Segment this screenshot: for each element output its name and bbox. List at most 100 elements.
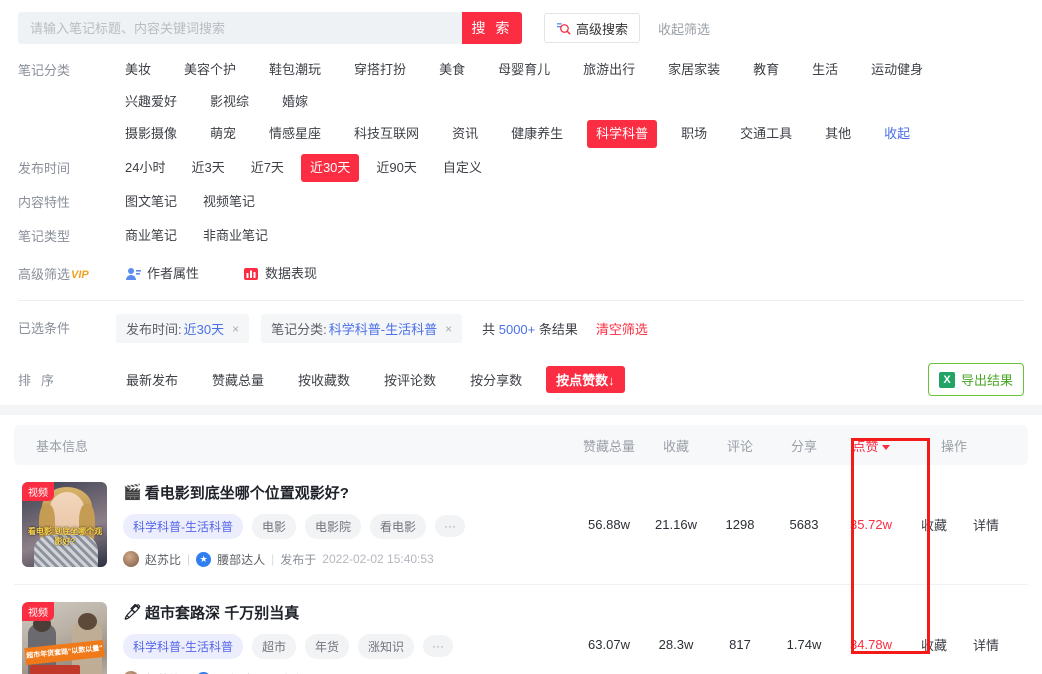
category-collapse-link[interactable]: 收起 <box>875 120 919 148</box>
category-item[interactable]: 教育 <box>744 56 788 84</box>
content-type-item[interactable]: 视频笔记 <box>194 188 264 216</box>
note-tag[interactable]: 电影 <box>252 513 297 539</box>
results-table: 基本信息 赞藏总量 收藏 评论 分享 点赞 操作 视频 看电影 到底坐哪个观影好… <box>14 425 1028 674</box>
selected-conditions-label: 已选条件 <box>18 320 71 336</box>
note-tag-more[interactable]: ··· <box>435 515 466 537</box>
clear-filters-link[interactable]: 清空筛选 <box>596 319 648 338</box>
cell-total: 56.88w <box>588 517 630 532</box>
sort-item-total[interactable]: 赞藏总量 <box>202 366 274 393</box>
action-collect[interactable]: 收藏 <box>921 515 947 534</box>
category-item[interactable]: 家居家装 <box>659 56 729 84</box>
th-like-label: 点赞 <box>852 438 879 454</box>
table-header-row: 基本信息 赞藏总量 收藏 评论 分享 点赞 操作 <box>14 425 1028 465</box>
th-total[interactable]: 赞藏总量 <box>574 436 644 455</box>
note-thumbnail[interactable]: 视频 看电影 到底坐哪个观影好? <box>22 482 107 567</box>
category-item[interactable]: 生活 <box>803 56 847 84</box>
search-input[interactable] <box>18 13 462 43</box>
advanced-item-author[interactable]: 作者属性 <box>116 260 208 288</box>
cell-comment: 1298 <box>725 517 755 532</box>
category-item[interactable]: 婚嫁 <box>273 88 317 116</box>
category-item[interactable]: 兴趣爱好 <box>116 88 186 116</box>
category-item[interactable]: 摄影摄像 <box>116 120 186 148</box>
thumb-art <box>78 613 97 630</box>
category-item-active[interactable]: 科学科普 <box>587 120 658 148</box>
selected-chip-publish-time[interactable]: 发布时间: 近30天 × <box>116 314 250 343</box>
category-item[interactable]: 鞋包潮玩 <box>260 56 330 84</box>
publish-time-item-active[interactable]: 近30天 <box>300 154 360 182</box>
chip-remove-icon[interactable]: × <box>232 322 239 336</box>
search-button[interactable]: 搜 索 <box>462 12 522 44</box>
th-like[interactable]: 点赞 <box>836 436 906 455</box>
row-basic-info: 视频 看电影 到底坐哪个观影好? 🎬 看电影到底坐哪个位置观影好? 科学科普-生… <box>14 482 574 568</box>
category-item[interactable]: 穿搭打扮 <box>345 56 415 84</box>
note-tag[interactable]: 年货 <box>305 633 350 659</box>
note-tag-more[interactable]: ··· <box>423 635 454 657</box>
note-tag[interactable]: 电影院 <box>305 513 362 539</box>
category-item[interactable]: 资讯 <box>443 120 487 148</box>
category-item[interactable]: 影视综 <box>201 88 258 116</box>
filter-row-publish-time: 发布时间 24小时 近3天 近7天 近30天 近90天 自定义 <box>18 154 1024 186</box>
category-item[interactable]: 职场 <box>672 120 716 148</box>
th-comment[interactable]: 评论 <box>708 436 772 455</box>
category-item[interactable]: 旅游出行 <box>574 56 644 84</box>
advanced-search-button[interactable]: 高级搜索 <box>544 13 641 43</box>
selected-chip-category[interactable]: 笔记分类: 科学科普-生活科普 × <box>261 314 463 343</box>
chip-remove-icon[interactable]: × <box>445 322 452 336</box>
publish-time-item[interactable]: 24小时 <box>116 154 174 182</box>
row-basic-info: 视频 超市年货套路"以数以量" 🖊 超市套路深 千万别当真 科学科普-生活科普 <box>14 602 574 674</box>
th-action: 操作 <box>940 438 967 454</box>
sort-label: 排序 <box>18 373 65 388</box>
note-tag[interactable]: 看电影 <box>370 513 427 539</box>
sort-item-newest[interactable]: 最新发布 <box>116 366 188 393</box>
category-item[interactable]: 萌宠 <box>201 120 245 148</box>
sort-item-collect[interactable]: 按收藏数 <box>288 366 360 393</box>
author-name[interactable]: 赵苏比 <box>145 551 181 568</box>
export-results-button[interactable]: X 导出结果 <box>927 363 1024 396</box>
advanced-item-author-label: 作者属性 <box>147 266 200 281</box>
sort-item-comment[interactable]: 按评论数 <box>374 366 446 393</box>
note-thumbnail[interactable]: 视频 超市年货套路"以数以量" <box>22 602 107 674</box>
action-collect[interactable]: 收藏 <box>921 635 947 654</box>
note-title[interactable]: 🎬 看电影到底坐哪个位置观影好? <box>123 482 574 503</box>
avatar <box>123 551 139 567</box>
author-icon <box>125 266 141 282</box>
publish-time-item[interactable]: 自定义 <box>434 154 491 182</box>
category-item[interactable]: 情感星座 <box>260 120 330 148</box>
cell-total: 63.07w <box>588 637 630 652</box>
category-item[interactable]: 美容个护 <box>175 56 245 84</box>
note-title[interactable]: 🖊 超市套路深 千万别当真 <box>123 602 574 623</box>
advanced-item-data[interactable]: 数据表现 <box>234 260 326 288</box>
action-detail[interactable]: 详情 <box>973 635 999 654</box>
search-bar: 搜 索 高级搜索 收起筛选 <box>0 0 1042 54</box>
collapse-filters-link[interactable]: 收起筛选 <box>658 19 710 38</box>
publish-time-item[interactable]: 近90天 <box>367 154 425 182</box>
author-name[interactable]: 赵苏比 <box>145 671 181 674</box>
category-item[interactable]: 科技互联网 <box>345 120 428 148</box>
th-collect[interactable]: 收藏 <box>644 436 708 455</box>
note-type-item[interactable]: 非商业笔记 <box>194 222 277 250</box>
filter-label-note-type: 笔记类型 <box>18 229 71 244</box>
sort-item-share[interactable]: 按分享数 <box>460 366 532 393</box>
note-info: 🎬 看电影到底坐哪个位置观影好? 科学科普-生活科普 电影 电影院 看电影 ··… <box>123 482 574 568</box>
note-tag-category[interactable]: 科学科普-生活科普 <box>123 633 243 659</box>
category-item[interactable]: 运动健身 <box>862 56 932 84</box>
note-tag[interactable]: 涨知识 <box>358 633 415 659</box>
category-item[interactable]: 健康养生 <box>502 120 572 148</box>
category-item[interactable]: 美食 <box>430 56 474 84</box>
filter-label-category: 笔记分类 <box>18 63 71 78</box>
category-item[interactable]: 交通工具 <box>731 120 801 148</box>
publish-time-item[interactable]: 近3天 <box>182 154 233 182</box>
table-row: 视频 看电影 到底坐哪个观影好? 🎬 看电影到底坐哪个位置观影好? 科学科普-生… <box>14 465 1028 585</box>
publish-time-item[interactable]: 近7天 <box>242 154 293 182</box>
chip-value: 近30天 <box>183 322 225 337</box>
content-type-item[interactable]: 图文笔记 <box>116 188 186 216</box>
action-detail[interactable]: 详情 <box>973 515 999 534</box>
category-item[interactable]: 美妆 <box>116 56 160 84</box>
category-item[interactable]: 母婴育儿 <box>489 56 559 84</box>
note-tag[interactable]: 超市 <box>252 633 297 659</box>
category-item[interactable]: 其他 <box>816 120 860 148</box>
note-tag-category[interactable]: 科学科普-生活科普 <box>123 513 243 539</box>
th-share[interactable]: 分享 <box>772 436 836 455</box>
sort-item-like-active[interactable]: 按点赞数↓ <box>546 366 625 393</box>
note-type-item[interactable]: 商业笔记 <box>116 222 186 250</box>
